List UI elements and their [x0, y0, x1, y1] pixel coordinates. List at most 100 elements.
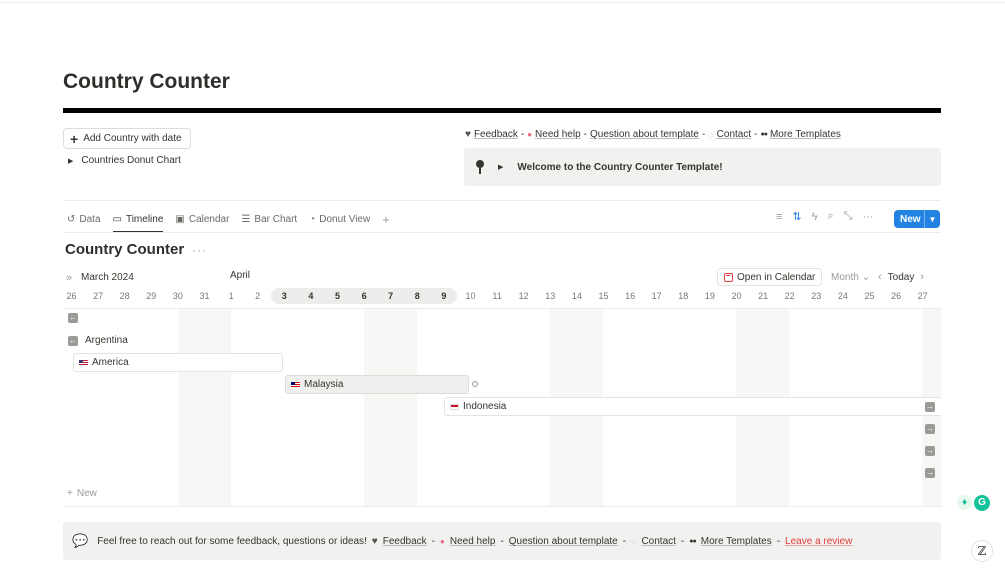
eyes-icon: ●●	[689, 537, 697, 545]
today-button[interactable]: Today	[888, 272, 915, 283]
view-tabs: ↺ Data ▭ Timeline ▣ Calendar ☰ Bar Chart…	[67, 211, 390, 233]
day-label: 8	[404, 288, 431, 304]
arrow-right-icon[interactable]: →	[925, 468, 935, 478]
item-label: Malaysia	[304, 379, 344, 390]
feedback-link[interactable]: Feedback	[383, 536, 427, 547]
more-templates-link[interactable]: More Templates	[770, 129, 841, 140]
speech-bubble-icon: ◌	[631, 536, 637, 546]
more-icon[interactable]: ···	[192, 243, 207, 257]
timeline-header: » March 2024 April Open in Calendar Mont…	[66, 268, 941, 286]
us-flag-icon	[79, 359, 88, 366]
tab-data[interactable]: ↺ Data	[67, 211, 101, 227]
month-label-march: March 2024	[81, 272, 134, 283]
add-view-icon[interactable]: +	[382, 212, 390, 227]
day-label: 6	[350, 288, 378, 304]
arrow-left-icon[interactable]: ←	[68, 313, 78, 323]
new-record-button[interactable]: New ▼	[894, 210, 940, 228]
timeline-item-argentina[interactable]: Argentina	[78, 331, 128, 350]
need-help-link[interactable]: Need help	[535, 129, 581, 140]
tab-bar-chart[interactable]: ☰ Bar Chart	[241, 211, 297, 227]
timeline-item-indonesia[interactable]: Indonesia	[444, 397, 941, 416]
tab-calendar[interactable]: ▣ Calendar	[175, 211, 229, 227]
tab-donut-view[interactable]: ◔ Donut View	[309, 211, 370, 227]
timeline-grid: ← ← Argentina America Malaysia Indonesia…	[63, 288, 941, 507]
feedback-link[interactable]: Feedback	[474, 129, 518, 140]
chevron-left-icon[interactable]: ‹	[878, 272, 882, 283]
arrow-right-icon[interactable]: →	[925, 402, 935, 412]
day-label: 27	[917, 291, 928, 301]
grammarly-widget[interactable]: ♦ G	[957, 495, 990, 511]
day-label: 16	[625, 291, 636, 301]
day-label: 24	[837, 291, 848, 301]
tab-timeline[interactable]: ▭ Timeline	[112, 211, 164, 233]
sort-icon[interactable]: ⇅	[792, 210, 801, 223]
arrow-right-icon[interactable]: →	[925, 424, 935, 434]
timeline-icon: ▭	[112, 213, 122, 225]
day-label: 22	[784, 291, 795, 301]
calendar-icon: ▣	[175, 213, 185, 225]
day-label: 28	[119, 291, 130, 301]
zotero-icon[interactable]: ℤ	[971, 540, 993, 562]
day-label: 15	[598, 291, 609, 301]
item-label: America	[92, 357, 129, 368]
expand-icon[interactable]: ⤡	[844, 210, 853, 223]
automation-icon[interactable]: ϟ	[812, 211, 818, 223]
grid-top-border	[63, 308, 941, 309]
day-label: 27	[93, 291, 104, 301]
item-label: Argentina	[85, 335, 128, 346]
tab-label: Timeline	[125, 213, 164, 225]
filter-icon[interactable]: ≡	[776, 211, 782, 223]
link-separator: -	[431, 535, 435, 547]
double-chevron-right-icon[interactable]: »	[66, 272, 72, 284]
contact-link[interactable]: Contact	[641, 536, 675, 547]
item-label: Indonesia	[463, 401, 507, 412]
footer-text: Feel free to reach out for some feedback…	[97, 535, 367, 547]
link-separator: -	[583, 129, 587, 140]
timeline-item-america[interactable]: America	[73, 353, 283, 372]
chevron-down-icon[interactable]: ▼	[925, 215, 940, 224]
open-in-calendar-button[interactable]: Open in Calendar	[717, 268, 823, 286]
top-divider	[0, 2, 1005, 3]
add-country-button[interactable]: + Add Country with date	[63, 128, 191, 149]
header-divider	[63, 108, 941, 113]
day-label: 13	[545, 291, 556, 301]
page-title: Country Counter	[63, 70, 230, 93]
need-help-link[interactable]: Need help	[450, 536, 496, 547]
donut-icon: ◔	[309, 213, 316, 225]
today-controls: ‹ Today ›	[878, 272, 924, 284]
lightbulb-icon[interactable]: ♦	[957, 495, 972, 510]
day-label: 19	[704, 291, 715, 301]
search-icon[interactable]: ⌕	[827, 210, 833, 223]
resize-handle[interactable]	[472, 381, 478, 387]
toggle-triangle-icon: ▶	[68, 157, 74, 165]
help-links: ♥ Feedback - ● Need help - Question abou…	[465, 129, 841, 140]
lifebuoy-icon: ●	[440, 536, 445, 546]
contact-link[interactable]: Contact	[717, 129, 751, 140]
database-title-text[interactable]: Country Counter	[65, 241, 184, 258]
chevron-right-icon[interactable]: ›	[920, 272, 924, 283]
leave-review-link[interactable]: Leave a review	[785, 536, 852, 547]
question-link[interactable]: Question about template	[509, 536, 618, 547]
day-label: 10	[465, 291, 476, 301]
day-label: 30	[172, 291, 183, 301]
more-templates-link[interactable]: More Templates	[701, 536, 772, 547]
welcome-callout[interactable]: ▶ Welcome to the Country Counter Templat…	[464, 148, 941, 186]
more-icon[interactable]: ···	[862, 211, 873, 223]
arrow-left-icon[interactable]: ←	[68, 336, 78, 346]
eyes-icon: ●●	[760, 131, 768, 138]
new-button-label: New	[900, 213, 921, 225]
donut-chart-toggle[interactable]: ▶ Countries Donut Chart	[68, 155, 181, 166]
arrow-right-icon[interactable]: →	[925, 446, 935, 456]
grammarly-icon[interactable]: G	[974, 495, 990, 511]
new-item-row[interactable]: + New	[67, 488, 97, 499]
timeline-item-malaysia[interactable]: Malaysia	[285, 375, 469, 394]
question-link[interactable]: Question about template	[590, 129, 699, 140]
speech-bubble-icon: ◌	[708, 129, 714, 140]
clock-rewind-icon: ↺	[67, 213, 76, 225]
day-label: 9	[430, 288, 458, 304]
day-label: 3	[271, 288, 298, 304]
scale-select[interactable]: Month ⌄	[831, 272, 870, 283]
chevron-down-icon: ⌄	[861, 272, 870, 283]
day-label: 7	[377, 288, 404, 304]
plus-icon: +	[67, 488, 73, 499]
